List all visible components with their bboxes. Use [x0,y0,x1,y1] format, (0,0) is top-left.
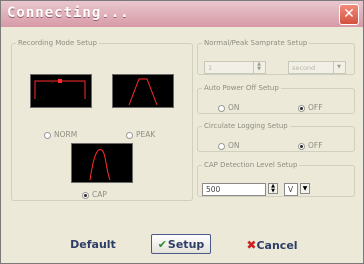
cap-detection-value-field[interactable]: 500 [202,183,266,196]
samprate-unit-dropdown[interactable]: ▼ [333,62,344,73]
recording-mode-group: Recording Mode Setup NORM PEAK CAP [11,39,193,201]
auto-power-off-on-label: ON [228,103,240,112]
setup-button[interactable]: ✔Setup [151,234,211,254]
cap-detection-spinner[interactable]: ▲ ▼ [268,183,278,194]
auto-power-off-legend: Auto Power Off Setup [204,84,279,92]
close-icon: ✕ [343,6,355,22]
norm-waveform-preview [30,74,92,108]
samprate-legend: Normal/Peak Samprate Setup [204,39,308,47]
auto-power-off-off-radio[interactable] [298,105,305,112]
circulate-logging-off-radio[interactable] [298,143,305,150]
cap-detection-unit-select[interactable]: V [284,183,298,196]
peak-waveform-preview [112,74,174,108]
check-icon: ✔ [157,238,167,251]
dialog-window: Connecting... ✕ Recording Mode Setup NOR… [0,0,364,264]
cap-label: CAP [92,190,107,199]
peak-label: PEAK [136,130,156,139]
setup-button-label: Setup [167,238,205,251]
x-icon: ✖ [246,238,257,252]
norm-radio[interactable] [44,132,51,139]
spinner-arrows-icon: ▲ ▼ [257,61,261,72]
spinner-arrows-icon: ▲ ▼ [271,183,275,194]
auto-power-off-on-radio[interactable] [218,105,225,112]
auto-power-off-group: Auto Power Off Setup ON OFF [197,84,355,114]
peak-radio[interactable] [126,132,133,139]
samprate-spinner[interactable]: ▲ ▼ [253,62,264,73]
cap-detection-unit-dropdown[interactable]: ▼ [300,183,310,194]
circulate-logging-on-radio[interactable] [218,143,225,150]
cap-detection-legend: CAP Detection Level Setup [204,161,298,169]
default-button-label: Default [70,238,116,251]
circulate-logging-on-label: ON [228,141,240,150]
circulate-logging-legend: Circulate Logging Setup [204,122,288,130]
norm-label: NORM [54,130,78,139]
cap-detection-value: 500 [206,185,221,194]
auto-power-off-off-label: OFF [308,103,323,112]
cap-waveform-preview [71,143,133,183]
default-button[interactable]: Default [65,235,121,255]
chevron-down-icon: ▼ [337,64,341,70]
dialog-client-area: Recording Mode Setup NORM PEAK CAP Norma… [7,27,357,259]
samprate-value: 1 [208,64,213,72]
cancel-button-label: Cancel [256,239,298,252]
circulate-logging-group: Circulate Logging Setup ON OFF [197,122,355,152]
samprate-unit: second [292,64,316,72]
cancel-button[interactable]: ✖Cancel [239,235,305,255]
close-button[interactable]: ✕ [339,4,359,25]
cap-radio[interactable] [82,192,89,199]
circulate-logging-off-label: OFF [308,141,323,150]
chevron-down-icon: ▼ [302,185,308,192]
samprate-unit-select[interactable]: second ▼ [288,61,346,74]
title-bar[interactable]: Connecting... ✕ [1,1,363,27]
window-title: Connecting... [7,5,130,21]
recording-mode-legend: Recording Mode Setup [18,39,97,47]
cap-detection-unit: V [288,185,294,194]
samprate-group: Normal/Peak Samprate Setup 1 ▲ ▼ second ▼ [197,39,355,75]
samprate-value-field[interactable]: 1 ▲ ▼ [204,61,266,74]
cap-detection-group: CAP Detection Level Setup 500 ▲ ▼ V ▼ [197,161,355,197]
